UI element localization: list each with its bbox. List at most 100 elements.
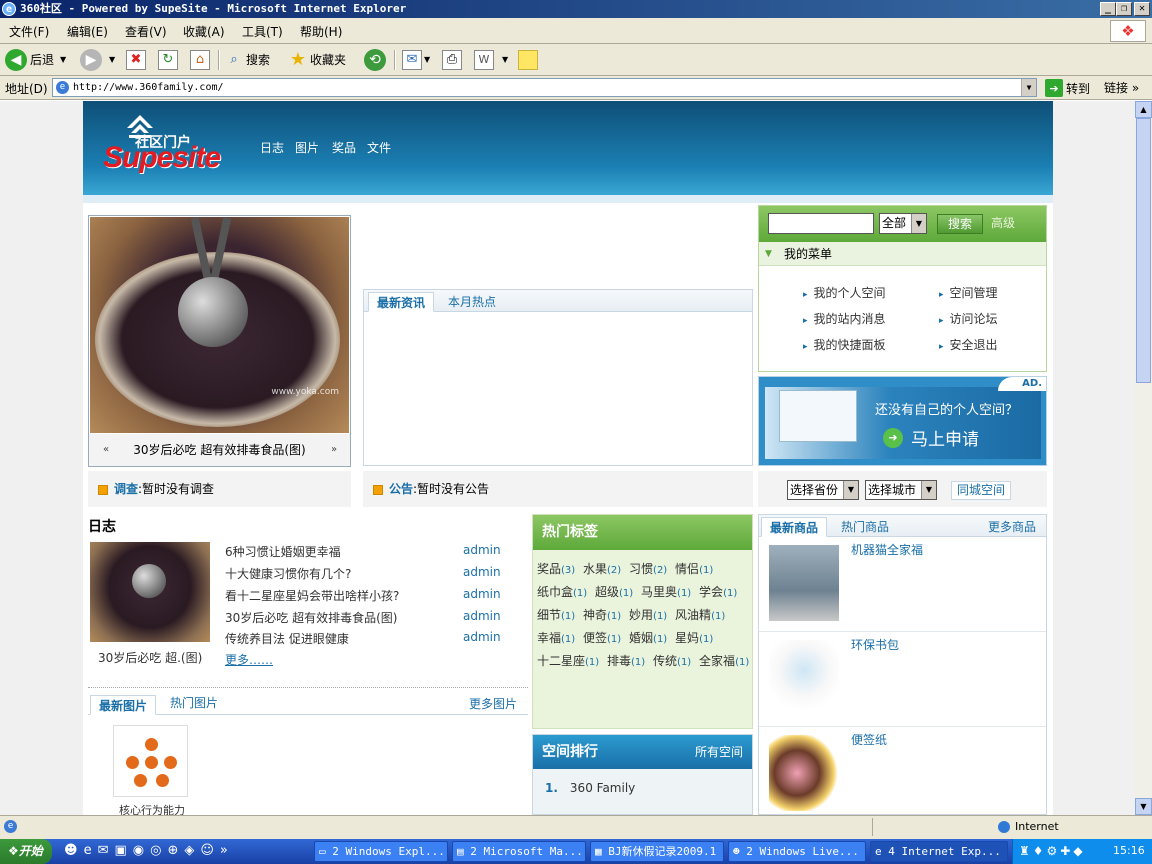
picture-thumbnail[interactable] <box>113 725 188 797</box>
tab-hot-goods[interactable]: 热门商品 <box>833 517 897 537</box>
more-pictures-link[interactable]: 更多图片 <box>469 695 517 712</box>
tag-link[interactable]: 星妈(1) <box>675 631 713 645</box>
tag-link[interactable]: 便签(1) <box>583 631 621 645</box>
notice-label[interactable]: 公告 <box>389 482 413 496</box>
more-goods-link[interactable]: 更多商品 <box>988 518 1036 535</box>
goods-name[interactable]: 环保书包 <box>851 636 899 653</box>
search-submit-button[interactable]: 搜索 <box>937 214 983 234</box>
tab-hot-pictures[interactable]: 热门图片 <box>162 693 226 713</box>
nav-pictures[interactable]: 图片 <box>295 139 319 156</box>
forward-dropdown-icon[interactable]: ▼ <box>109 48 115 72</box>
go-button[interactable]: ➔ 转到 <box>1045 78 1090 98</box>
tag-link[interactable]: 马里奥(1) <box>641 585 691 599</box>
nav-prizes[interactable]: 奖品 <box>332 139 356 156</box>
scroll-down-icon[interactable]: ▼ <box>1135 798 1152 815</box>
app-icon[interactable]: ◈ <box>184 843 194 858</box>
tag-link[interactable]: 细节(1) <box>537 608 575 622</box>
edit-button[interactable]: W ▼ <box>474 48 508 72</box>
tray-icons[interactable]: ♜♦⚙✚◆ <box>1019 844 1086 858</box>
stop-button[interactable]: ✖ <box>126 48 148 72</box>
desktop-icon[interactable]: ▣ <box>114 843 126 858</box>
close-button[interactable]: ✕ <box>1134 2 1150 16</box>
link-space-manage[interactable]: 空间管理 <box>939 284 998 301</box>
link-forum[interactable]: 访问论坛 <box>939 310 998 327</box>
minimize-button[interactable]: _ <box>1100 2 1116 16</box>
title-bar[interactable]: e 360社区 - Powered by SupeSite - Microsof… <box>0 0 1152 18</box>
goods-image[interactable] <box>769 640 839 716</box>
menu-file[interactable]: 文件(F) <box>9 23 49 40</box>
next-slide-button[interactable]: » <box>331 434 337 466</box>
hero-caption[interactable]: 30岁后必吃 超有效排毒食品(图) <box>133 443 305 457</box>
app-icon[interactable]: ⊕ <box>167 843 178 858</box>
nav-blog[interactable]: 日志 <box>260 139 284 156</box>
hero-slideshow[interactable]: www.yoka.com « 30岁后必吃 超有效排毒食品(图) » <box>88 215 351 467</box>
tag-link[interactable]: 婚姻(1) <box>629 631 667 645</box>
app-icon[interactable]: ◉ <box>133 843 144 858</box>
blog-thumbnail[interactable] <box>90 542 210 642</box>
poll-label[interactable]: 调查 <box>114 482 138 496</box>
hero-image[interactable]: www.yoka.com <box>90 216 349 433</box>
mail-button[interactable]: ✉ ▼ <box>402 48 430 72</box>
link-messages[interactable]: 我的站内消息 <box>803 310 886 327</box>
outlook-icon[interactable]: ✉ <box>98 843 109 858</box>
blog-item-title[interactable]: 6种习惯让婚姻更幸福 <box>225 543 341 560</box>
chevron-right-icon[interactable]: » <box>220 843 228 858</box>
menu-edit[interactable]: 编辑(E) <box>67 23 108 40</box>
blog-item-author[interactable]: admin <box>463 587 501 601</box>
province-select[interactable]: 选择省份 ▼ <box>787 480 859 500</box>
goods-name[interactable]: 便签纸 <box>851 731 887 748</box>
blog-item-author[interactable]: admin <box>463 609 501 623</box>
blog-item-title[interactable]: 看十二星座星妈会带出啥样小孩? <box>225 587 399 604</box>
taskbar-item[interactable]: ☻ 2 Windows Live... <box>728 841 866 862</box>
search-input[interactable] <box>768 213 874 234</box>
goods-name[interactable]: 机器猫全家福 <box>851 541 923 558</box>
forward-button[interactable]: ▶ ▼ <box>80 48 115 72</box>
start-button[interactable]: ❖开始 <box>0 839 52 864</box>
tag-link[interactable]: 排毒(1) <box>607 654 645 668</box>
tag-link[interactable]: 幸福(1) <box>537 631 575 645</box>
search-scope-select[interactable]: 全部 ▼ <box>879 213 927 234</box>
tag-link[interactable]: 奖品(3) <box>537 562 575 576</box>
mail-dropdown-icon[interactable]: ▼ <box>424 48 430 72</box>
blog-item-title[interactable]: 30岁后必吃 超有效排毒食品(图) <box>225 609 397 626</box>
prev-slide-button[interactable]: « <box>103 434 109 466</box>
goods-image[interactable] <box>769 735 839 811</box>
link-quick-panel[interactable]: 我的快捷面板 <box>803 336 886 353</box>
print-button[interactable]: ⎙ <box>442 48 464 72</box>
taskbar-item[interactable]: e 4 Internet Exp... <box>870 841 1008 862</box>
all-spaces-link[interactable]: 所有空间 <box>695 735 743 769</box>
tag-link[interactable]: 传统(1) <box>653 654 691 668</box>
app-icon[interactable]: ☺ <box>200 843 214 858</box>
notes-button[interactable] <box>518 48 540 72</box>
rank-item[interactable]: 1. 360 Family <box>545 781 635 795</box>
city-select[interactable]: 选择城市 ▼ <box>865 480 937 500</box>
address-dropdown-icon[interactable]: ▼ <box>1021 79 1036 96</box>
taskbar-item[interactable]: ▤ 2 Microsoft Ma... <box>452 841 586 862</box>
scroll-up-icon[interactable]: ▲ <box>1135 101 1152 118</box>
restore-button[interactable]: ❐ <box>1116 2 1132 16</box>
back-button[interactable]: ◀ 后退 ▼ <box>5 48 66 72</box>
tag-link[interactable]: 妙用(1) <box>629 608 667 622</box>
tag-link[interactable]: 风油精(1) <box>675 608 725 622</box>
blog-more-link[interactable]: 更多…… <box>225 651 273 668</box>
picture-caption[interactable]: 核心行为能力 <box>119 802 185 815</box>
edit-dropdown-icon[interactable]: ▼ <box>502 48 508 72</box>
blog-item-author[interactable]: admin <box>463 565 501 579</box>
tag-link[interactable]: 全家福(1) <box>699 654 749 668</box>
tab-latest-pictures[interactable]: 最新图片 <box>90 695 157 715</box>
favorites-button[interactable]: ★ 收藏夹 <box>288 48 346 72</box>
menu-help[interactable]: 帮助(H) <box>300 23 342 40</box>
taskbar-item[interactable]: ▭ 2 Windows Expl... <box>314 841 448 862</box>
goods-image[interactable] <box>769 545 839 621</box>
ie-icon[interactable]: e <box>84 843 92 858</box>
tag-link[interactable]: 纸巾盒(1) <box>537 585 587 599</box>
refresh-button[interactable]: ↻ <box>158 48 180 72</box>
tab-latest-goods[interactable]: 最新商品 <box>761 517 828 537</box>
home-button[interactable]: ⌂ <box>190 48 212 72</box>
link-my-space[interactable]: 我的个人空间 <box>803 284 886 301</box>
advanced-search-link[interactable]: 高级 <box>991 214 1015 231</box>
nav-files[interactable]: 文件 <box>367 139 391 156</box>
links-button[interactable]: 链接 » <box>1104 79 1139 96</box>
blog-item-author[interactable]: admin <box>463 543 501 557</box>
tab-latest-news[interactable]: 最新资讯 <box>368 292 435 312</box>
